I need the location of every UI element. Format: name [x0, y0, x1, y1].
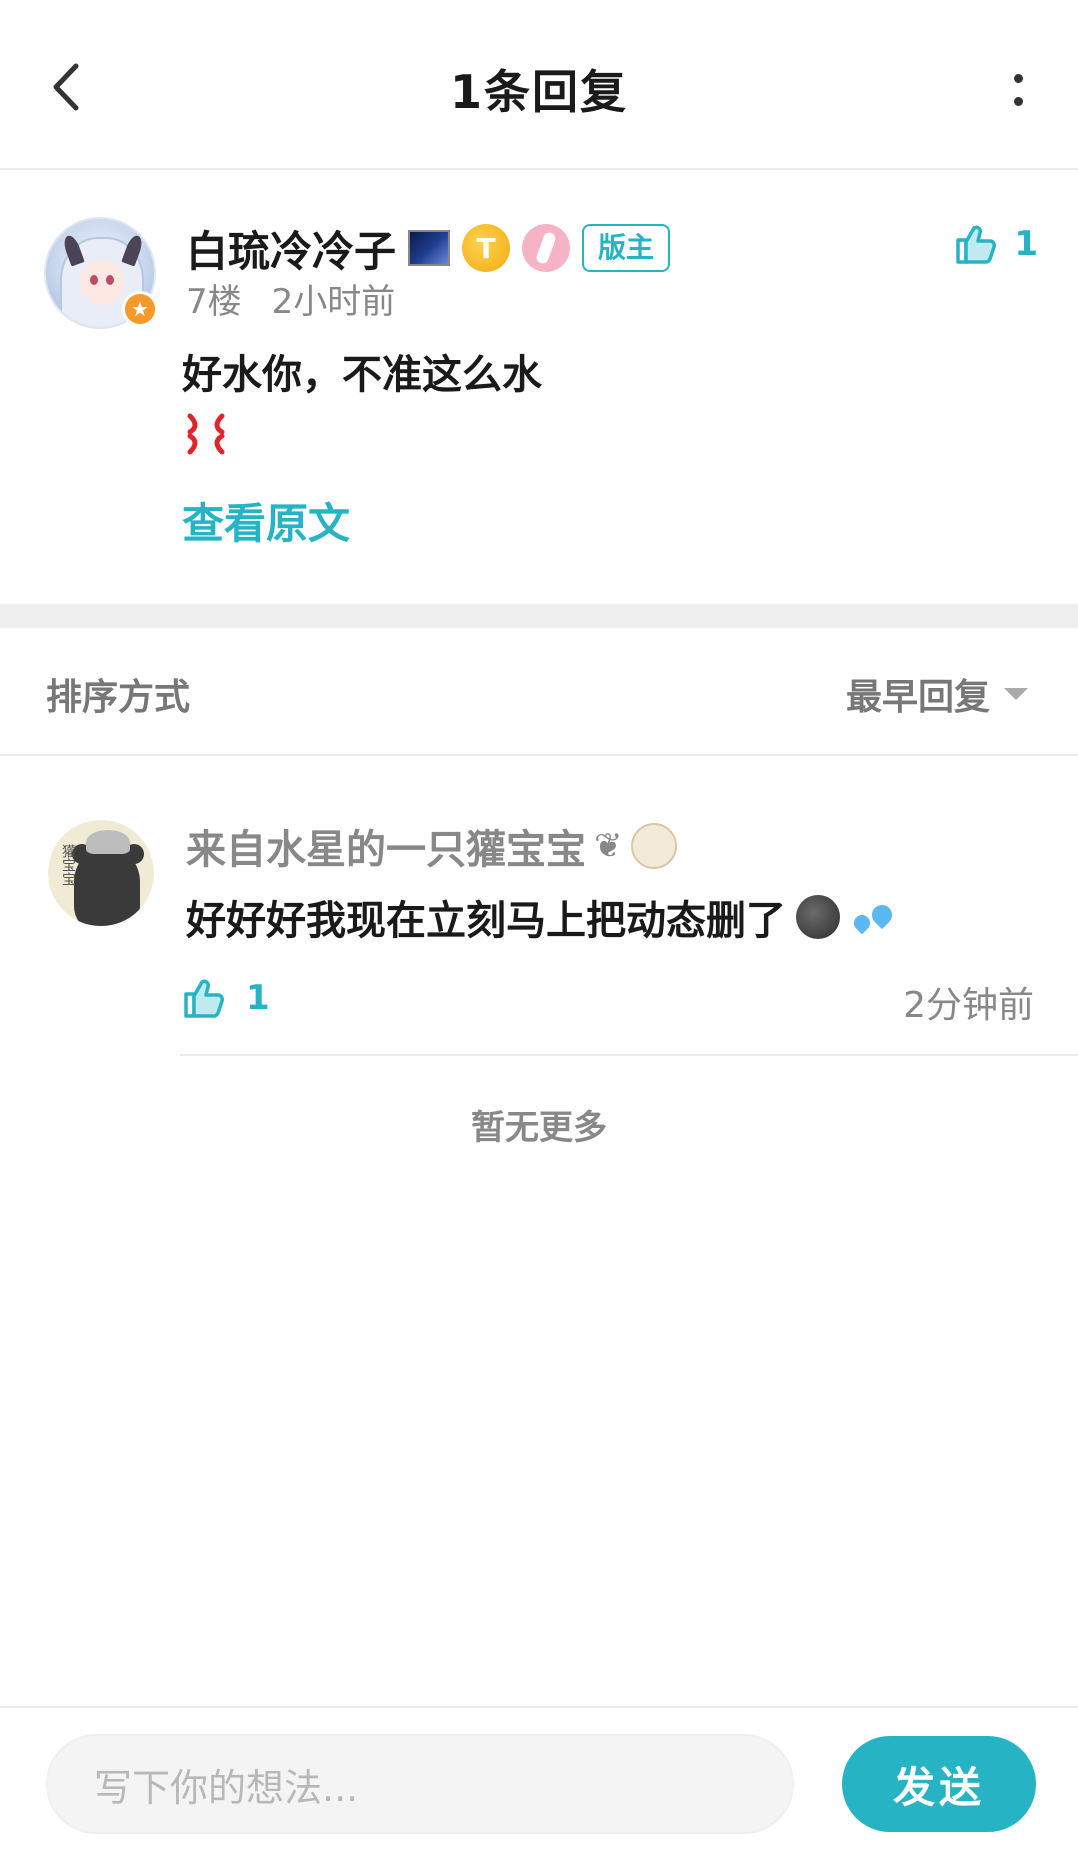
reply-avatar[interactable]: 獾宝宝	[48, 820, 154, 926]
reply-username[interactable]: 来自水星的一只獾宝宝	[186, 817, 586, 875]
avatar[interactable]: ★	[44, 217, 158, 329]
post-time: 2小时前	[271, 282, 396, 322]
page-title: 1条回复	[449, 65, 628, 119]
reply-name-row: 来自水星的一只獾宝宝 ❦	[186, 818, 677, 874]
view-original-link[interactable]: 查看原文	[182, 490, 350, 551]
send-button[interactable]: 发送	[842, 1736, 1036, 1832]
more-dot-icon	[1013, 97, 1023, 106]
like-button[interactable]: 1	[954, 214, 1038, 274]
section-divider	[0, 604, 1078, 628]
reply-text: 好好好我现在立刻马上把动态删了	[186, 898, 786, 944]
pink-medal-icon	[522, 224, 571, 272]
comment-composer: 写下你的想法... 发送	[0, 1706, 1078, 1858]
caret-down-icon	[1004, 688, 1028, 700]
username[interactable]: 白琉冷冷子	[186, 218, 396, 279]
reply-like-count: 1	[246, 978, 270, 1018]
new-moon-face-icon	[796, 895, 840, 939]
comment-text: 好水你，不准这么水	[182, 352, 542, 398]
moderator-badge: 版主	[582, 224, 671, 272]
star-icon: ★	[122, 291, 158, 327]
more-dot-icon	[1013, 74, 1023, 83]
thumbs-up-icon	[956, 225, 997, 264]
like-count: 1	[1014, 224, 1038, 264]
no-more-label: 暂无更多	[471, 1108, 607, 1148]
sort-dropdown[interactable]: 最早回复	[846, 668, 1028, 720]
main-comment: ★ 白琉冷冷子 T 版主 1 7楼 2小时前 好水你，不准这么水 查看原文	[0, 172, 1078, 604]
anger-symbol-icon	[187, 413, 225, 455]
floor-number: 7楼	[186, 282, 242, 322]
reply-time: 2分钟前	[903, 985, 1034, 1026]
heart-decoration-icon: ❦	[594, 826, 623, 866]
sort-label: 排序方式	[46, 677, 191, 718]
bear-icon	[74, 850, 140, 926]
comment-input[interactable]: 写下你的想法...	[46, 1734, 794, 1834]
sort-bar: 排序方式 最早回复	[0, 628, 1078, 756]
reply-text-row: 好好好我现在立刻马上把动态删了	[186, 888, 897, 946]
thumbs-up-icon	[184, 979, 224, 1018]
avatar-caption: 獾宝宝	[60, 844, 76, 886]
sort-value: 最早回复	[845, 677, 990, 718]
coin-medal-icon: T	[462, 224, 511, 272]
sticker-icon	[630, 823, 677, 869]
sweat-droplets-icon	[850, 895, 897, 939]
comment-meta: 7楼 2小时前	[186, 274, 395, 323]
reply-item: 獾宝宝 来自水星的一只獾宝宝 ❦ 好好好我现在立刻马上把动态删了 1 2分钟前	[0, 758, 1078, 1056]
more-options-button[interactable]	[998, 60, 1038, 120]
username-row: 白琉冷冷子 T 版主	[186, 218, 671, 279]
galaxy-medal-icon	[408, 230, 451, 266]
top-bar: 1条回复	[0, 0, 1078, 170]
reply-divider	[180, 1054, 1078, 1056]
reply-like-button[interactable]: 1	[182, 968, 270, 1028]
